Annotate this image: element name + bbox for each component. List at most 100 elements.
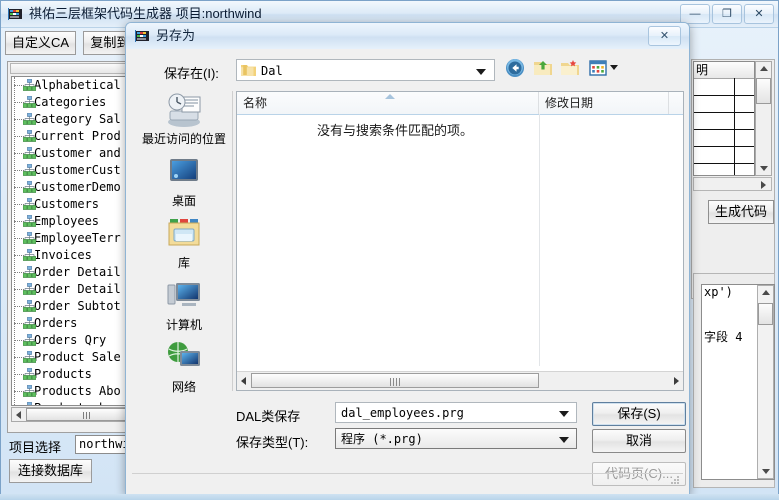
table-node-icon bbox=[22, 384, 37, 397]
scroll-thumb[interactable] bbox=[251, 373, 539, 388]
save-type-combobox[interactable]: 程序 (*.prg) bbox=[335, 428, 577, 449]
dal-class-save-label: DAL类保存 bbox=[236, 409, 301, 424]
chevron-down-icon[interactable] bbox=[610, 65, 618, 70]
tree-item-label: Invoices bbox=[34, 248, 92, 262]
save-button[interactable]: 保存(S) bbox=[592, 402, 686, 426]
table-node-icon bbox=[22, 248, 37, 261]
scroll-up-icon[interactable] bbox=[760, 66, 768, 71]
table-node-icon bbox=[22, 163, 37, 176]
tree-item-label: Products Abo bbox=[34, 384, 121, 398]
computer-icon bbox=[162, 277, 206, 315]
app-icon bbox=[135, 28, 151, 44]
place-label: 网络 bbox=[171, 380, 196, 394]
custom-case-button[interactable]: 自定义CA bbox=[5, 31, 77, 55]
code-preview-vertical-scrollbar[interactable] bbox=[757, 285, 774, 479]
scroll-up-icon[interactable] bbox=[762, 290, 770, 295]
maximize-icon: ❐ bbox=[722, 8, 732, 20]
scroll-left-icon[interactable] bbox=[241, 377, 246, 385]
place-label: 最近访问的位置 bbox=[141, 132, 226, 146]
dialog-close-button[interactable]: ✕ bbox=[648, 26, 681, 46]
desktop-icon bbox=[162, 153, 206, 191]
sort-ascending-icon bbox=[385, 94, 395, 99]
minimize-icon: — bbox=[689, 8, 701, 20]
up-folder-icon[interactable] bbox=[532, 57, 554, 79]
folder-icon bbox=[241, 64, 256, 77]
table-node-icon bbox=[22, 231, 37, 244]
file-list-horizontal-scrollbar[interactable] bbox=[237, 371, 683, 390]
table-node-icon bbox=[22, 180, 37, 193]
place-libraries[interactable]: 库 bbox=[136, 215, 232, 271]
cancel-button[interactable]: 取消 bbox=[592, 429, 686, 453]
save-in-label: 保存在(I): bbox=[164, 66, 219, 81]
tree-item-label: Customers bbox=[34, 197, 100, 211]
tree-item-label: Orders Qry bbox=[34, 333, 107, 347]
file-list[interactable]: 名称 修改日期 没有与搜索条件匹配的项。 bbox=[236, 91, 684, 391]
close-icon: ✕ bbox=[754, 8, 764, 20]
chevron-down-icon[interactable] bbox=[476, 69, 486, 75]
maximize-button[interactable]: ❐ bbox=[712, 4, 742, 24]
views-icon[interactable] bbox=[587, 57, 609, 79]
recent-places-icon bbox=[162, 91, 206, 129]
tree-item-label: Orders bbox=[34, 316, 78, 330]
table-node-icon bbox=[22, 129, 37, 142]
table-node-icon bbox=[23, 401, 36, 405]
table-row[interactable] bbox=[694, 147, 754, 164]
table-node-icon bbox=[22, 265, 37, 278]
field-grid-vertical-scrollbar[interactable] bbox=[755, 61, 772, 176]
back-icon[interactable] bbox=[504, 57, 526, 79]
chevron-down-icon[interactable] bbox=[559, 411, 569, 417]
table-node-icon bbox=[22, 112, 37, 125]
dialog-footer-divider bbox=[132, 473, 683, 474]
table-node-icon bbox=[22, 350, 37, 363]
save-type-label: 保存类型(T): bbox=[236, 435, 309, 450]
places-bar: 最近访问的位置 桌面 库 计算机 网络 bbox=[136, 91, 233, 394]
chevron-down-icon[interactable] bbox=[559, 437, 569, 443]
place-recent[interactable]: 最近访问的位置 bbox=[136, 91, 232, 147]
table-row[interactable] bbox=[694, 130, 754, 147]
table-node-icon bbox=[22, 282, 37, 295]
field-grid-horizontal-scrollbar[interactable] bbox=[693, 177, 772, 191]
file-name-combobox[interactable]: dal_employees.prg bbox=[335, 402, 577, 423]
app-title: 祺佑三层框架代码生成器 项目:northwind bbox=[29, 6, 262, 21]
scroll-left-icon[interactable] bbox=[16, 411, 21, 419]
place-desktop[interactable]: 桌面 bbox=[136, 153, 232, 209]
scroll-right-icon[interactable] bbox=[674, 377, 679, 385]
dialog-title: 另存为 bbox=[156, 28, 196, 43]
project-select-label: 项目选择 bbox=[9, 440, 62, 455]
table-node-icon bbox=[22, 316, 37, 329]
scroll-thumb[interactable] bbox=[756, 78, 771, 104]
place-computer[interactable]: 计算机 bbox=[136, 277, 232, 333]
column-header-extra[interactable] bbox=[669, 92, 684, 114]
tree-item-label: Products bbox=[34, 367, 92, 381]
libraries-icon bbox=[162, 215, 206, 253]
scroll-down-icon[interactable] bbox=[762, 469, 770, 474]
field-grid[interactable]: 明 bbox=[693, 61, 755, 176]
table-row[interactable] bbox=[694, 96, 754, 113]
save-in-value: Dal bbox=[261, 64, 283, 78]
column-header-date-modified[interactable]: 修改日期 bbox=[539, 92, 669, 114]
new-folder-icon[interactable] bbox=[559, 57, 581, 79]
file-name-value: dal_employees.prg bbox=[341, 406, 464, 420]
save-in-combobox[interactable]: Dal bbox=[236, 59, 495, 81]
scroll-right-icon[interactable] bbox=[761, 181, 766, 189]
table-row[interactable] bbox=[694, 79, 754, 96]
table-node-icon bbox=[22, 95, 37, 108]
tree-item-label: Order Subtot bbox=[34, 299, 121, 313]
generate-code-button[interactable]: 生成代码 bbox=[708, 200, 775, 224]
resize-grip-icon[interactable] bbox=[670, 475, 680, 485]
grid-column-divider bbox=[734, 78, 735, 175]
tree-item-label: Order Detail bbox=[34, 265, 121, 279]
tree-item-label: CustomerDemo bbox=[34, 180, 121, 194]
table-node-icon bbox=[22, 146, 37, 159]
close-button[interactable]: ✕ bbox=[744, 4, 774, 24]
field-grid-header: 明 bbox=[694, 62, 754, 79]
scroll-thumb[interactable] bbox=[758, 303, 773, 325]
table-row[interactable] bbox=[694, 113, 754, 130]
connect-database-button[interactable]: 连接数据库 bbox=[9, 459, 93, 483]
dialog-body: 保存在(I): Dal 最近访问的位置 桌面 库 计算机 网络 名称 修改日期 … bbox=[132, 49, 686, 488]
scroll-down-icon[interactable] bbox=[760, 166, 768, 171]
place-network[interactable]: 网络 bbox=[136, 339, 232, 395]
close-icon: ✕ bbox=[659, 30, 670, 42]
tree-item-label: Alphabetical bbox=[34, 78, 121, 92]
minimize-button[interactable]: — bbox=[680, 4, 710, 24]
